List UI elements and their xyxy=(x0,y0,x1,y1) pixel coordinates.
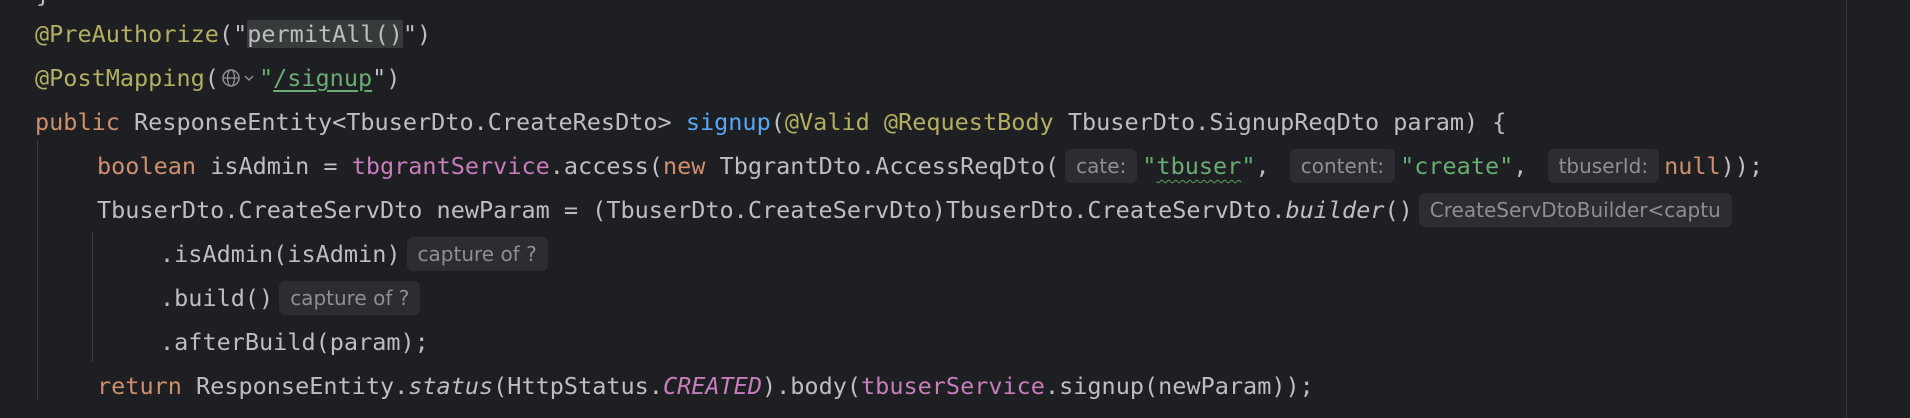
param-hint-tbuserid: tbuserId: xyxy=(1547,149,1660,183)
annotation-postmapping: @PostMapping xyxy=(35,64,205,92)
indent-guide-nested xyxy=(92,232,93,362)
indent-guide xyxy=(37,140,38,400)
token-comma: , xyxy=(1513,152,1542,180)
variable-isadmin-decl: isAdmin = xyxy=(196,152,352,180)
code-line-postmapping[interactable]: @PostMapping ( " /signup ") xyxy=(35,56,400,100)
token-call-parens: () xyxy=(1384,196,1413,224)
field-tbuserservice[interactable]: tbuserService xyxy=(861,372,1045,400)
string-quote: " xyxy=(1241,152,1256,180)
string-quote-open: " xyxy=(258,64,274,92)
method-call-isadmin: .isAdmin(isAdmin) xyxy=(160,240,401,268)
globe-icon-svg xyxy=(222,69,254,87)
annotation-requestbody: @RequestBody xyxy=(883,108,1054,136)
token-open-paren: ( xyxy=(770,108,785,136)
code-line-preauthorize[interactable]: @PreAuthorize (" permitAll() ") xyxy=(35,12,431,56)
annotation-preauthorize: @PreAuthorize xyxy=(35,20,219,48)
closing-brace-previous: } xyxy=(36,0,50,8)
right-margin-guide xyxy=(1846,0,1847,418)
method-call-build: .build() xyxy=(160,284,274,312)
class-httpstatus: (HttpStatus. xyxy=(493,372,663,400)
code-line-afterbuild[interactable]: .afterBuild(param); xyxy=(160,320,429,364)
keyword-public: public xyxy=(35,108,120,136)
keyword-new: new xyxy=(662,152,706,180)
token-quote-close: ") xyxy=(372,64,401,92)
string-create: "create" xyxy=(1400,152,1514,180)
token-close-parens: )); xyxy=(1720,152,1764,180)
token-comma: , xyxy=(1255,152,1284,180)
string-quote: " xyxy=(1142,152,1157,180)
annotation-valid: @Valid xyxy=(784,108,870,136)
code-line-isadmin[interactable]: boolean isAdmin = tbgrantService .access… xyxy=(97,144,1763,188)
method-body: ).body( xyxy=(761,372,862,400)
string-tbuser: tbuser xyxy=(1156,152,1242,180)
param-hint-content: content: xyxy=(1289,149,1396,183)
keyword-boolean: boolean xyxy=(97,152,197,180)
type-hint-builder: CreateServDtoBuilder<captu xyxy=(1418,193,1732,227)
parameter-list: TbuserDto.SignupReqDto param) { xyxy=(1053,108,1507,136)
constant-created: CREATED xyxy=(662,372,762,400)
keyword-return: return xyxy=(97,372,182,400)
code-line-method-signature[interactable]: public ResponseEntity<TbuserDto.CreateRe… xyxy=(35,100,1506,144)
method-status: status xyxy=(408,372,494,400)
constructor-accessreqdto: TbgrantDto.AccessReqDto( xyxy=(705,152,1060,180)
field-tbgrantservice[interactable]: tbgrantService xyxy=(352,152,550,180)
method-access: .access( xyxy=(549,152,663,180)
class-responseentity: ResponseEntity. xyxy=(181,372,409,400)
type-hint-capture: capture of ? xyxy=(406,237,548,271)
globe-icon[interactable] xyxy=(221,67,257,89)
method-name-signup[interactable]: signup xyxy=(686,108,771,136)
method-call-afterbuild: .afterBuild(param); xyxy=(160,328,429,356)
token-open-paren: ( xyxy=(204,64,219,92)
statement-newparam: TbuserDto.CreateServDto newParam = (Tbus… xyxy=(97,196,1286,224)
code-line-newparam[interactable]: TbuserDto.CreateServDto newParam = (Tbus… xyxy=(97,188,1737,232)
method-builder: builder xyxy=(1285,196,1385,224)
param-hint-cate: cate: xyxy=(1065,149,1138,183)
code-editor[interactable]: } @PreAuthorize (" permitAll() ") @PostM… xyxy=(0,0,1910,418)
return-type: ResponseEntity<TbuserDto.CreateResDto> xyxy=(119,108,686,136)
string-permitall: permitAll() xyxy=(247,20,403,48)
method-call-signup: .signup(newParam)); xyxy=(1044,372,1314,400)
token-quote-paren: ") xyxy=(402,20,432,48)
token-paren-quote: (" xyxy=(218,20,248,48)
code-line-return[interactable]: return ResponseEntity. status (HttpStatu… xyxy=(97,364,1314,408)
code-line-isadmin-call[interactable]: .isAdmin(isAdmin) capture of ? xyxy=(160,232,553,276)
keyword-null: null xyxy=(1664,152,1721,180)
type-hint-capture: capture of ? xyxy=(279,281,421,315)
chevron-down-icon xyxy=(244,75,254,82)
code-line-build[interactable]: .build() capture of ? xyxy=(160,276,425,320)
url-signup-link[interactable]: /signup xyxy=(273,64,372,92)
